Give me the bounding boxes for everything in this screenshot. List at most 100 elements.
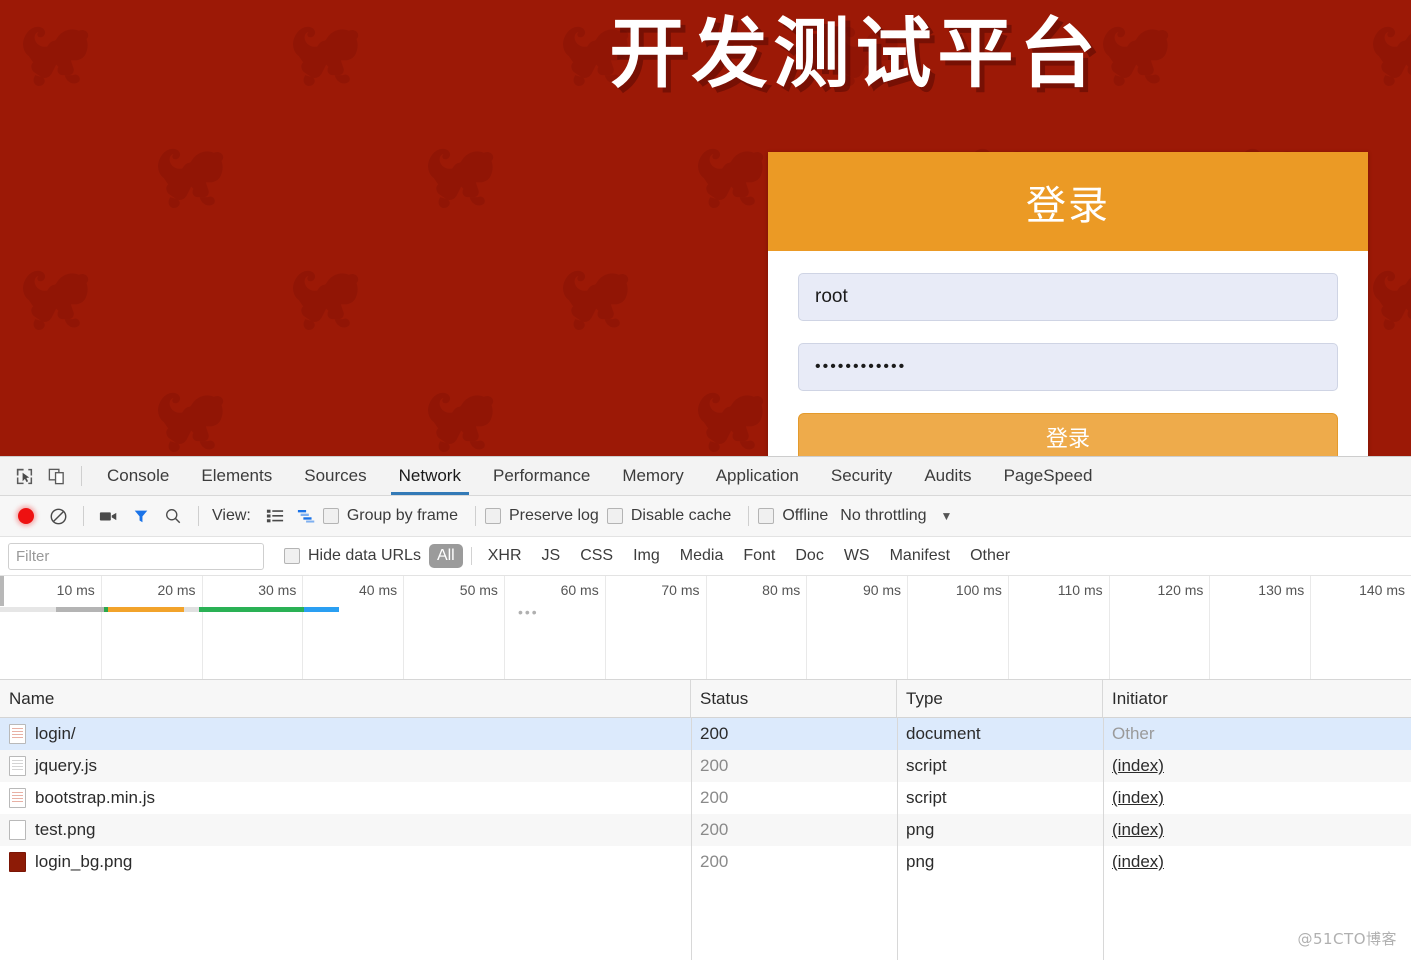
password-input[interactable] — [798, 343, 1338, 391]
toolbar-divider-2 — [198, 506, 199, 526]
checkbox-box — [606, 508, 623, 524]
cell-initiator[interactable]: (index) — [1103, 814, 1411, 846]
web-page: 开发测试平台 登录 登录 — [0, 0, 1411, 456]
cell-name: jquery.js — [0, 750, 691, 782]
cell-initiator[interactable]: (index) — [1103, 782, 1411, 814]
overview-gridline — [0, 576, 1411, 679]
tab-audits[interactable]: Audits — [908, 457, 987, 495]
screenshot-camera-icon[interactable] — [93, 501, 125, 531]
hide-data-urls-checkbox[interactable]: Hide data URLs — [284, 547, 421, 565]
tab-network[interactable]: Network — [383, 457, 477, 495]
table-row[interactable]: login_bg.png 200 png (index) — [0, 846, 1411, 878]
overview-ellipsis: ••• — [518, 604, 539, 620]
table-row[interactable]: test.png 200 png (index) — [0, 814, 1411, 846]
filter-divider — [470, 547, 472, 565]
image-thumbnail-icon — [9, 852, 26, 872]
clear-button[interactable] — [42, 501, 74, 531]
overview-bar-segment — [184, 607, 199, 612]
type-filter-other[interactable]: Other — [962, 544, 1018, 568]
blank-file-icon — [9, 820, 26, 840]
checkbox-box — [284, 548, 300, 564]
column-header-type[interactable]: Type — [897, 680, 1103, 717]
table-row[interactable]: jquery.js 200 script (index) — [0, 750, 1411, 782]
throttling-select[interactable]: No throttling — [840, 507, 926, 525]
tab-label: Performance — [492, 466, 591, 485]
cell-status: 200 — [700, 788, 729, 807]
search-icon[interactable] — [157, 501, 189, 531]
type-filter-xhr[interactable]: XHR — [480, 544, 530, 568]
waterfall-view-icon[interactable] — [291, 501, 323, 531]
type-filter-all[interactable]: All — [428, 544, 463, 568]
cell-name: test.png — [0, 814, 691, 846]
column-divider-3 — [1103, 717, 1104, 960]
column-divider-1 — [691, 717, 692, 960]
table-row[interactable]: bootstrap.min.js 200 script (index) — [0, 782, 1411, 814]
network-overview-timeline[interactable]: 10 ms 20 ms 30 ms 40 ms 50 ms 60 ms 70 ms 80 ms… — [0, 576, 1411, 680]
tab-console[interactable]: Console — [91, 457, 185, 495]
column-header-status[interactable]: Status — [691, 680, 897, 717]
type-filter-js[interactable]: JS — [534, 544, 569, 568]
checkbox-label: Offline — [782, 507, 829, 524]
cell-status: 200 — [700, 852, 729, 871]
list-view-icon[interactable] — [259, 501, 291, 531]
device-toolbar-icon[interactable] — [40, 461, 72, 491]
checkbox-box — [485, 508, 501, 524]
tab-pagespeed[interactable]: PageSpeed — [988, 457, 1109, 495]
type-filter-media[interactable]: Media — [672, 544, 732, 568]
tab-security[interactable]: Security — [815, 457, 908, 495]
group-by-frame-checkbox[interactable]: Group by frame — [322, 507, 458, 525]
preserve-log-checkbox[interactable]: Preserve log — [485, 507, 599, 525]
cell-initiator: Other — [1112, 724, 1155, 743]
cell-status: 200 — [700, 820, 729, 839]
watermark: @51CTO博客 — [1297, 930, 1397, 948]
document-icon — [9, 724, 26, 744]
page-title: 开发测试平台 — [609, 9, 1102, 98]
network-request-table: Name Status Type Initiator login/200 docu… — [0, 680, 1411, 960]
login-card-body: 登录 — [768, 251, 1368, 456]
chevron-down-icon[interactable]: ▼ — [941, 509, 953, 523]
type-filter-font[interactable]: Font — [735, 544, 783, 568]
login-card: 登录 登录 — [768, 152, 1368, 456]
type-filter-css[interactable]: CSS — [572, 544, 621, 568]
cell-type: script — [906, 756, 947, 775]
disable-cache-checkbox[interactable]: Disable cache — [606, 507, 732, 525]
document-icon — [9, 788, 26, 808]
script-icon — [9, 756, 26, 776]
type-filter-doc[interactable]: Doc — [787, 544, 831, 568]
network-toolbar: View: Group by frame Preserve log Disabl… — [0, 496, 1411, 537]
tab-memory[interactable]: Memory — [606, 457, 699, 495]
login-submit-button[interactable]: 登录 — [798, 413, 1338, 456]
overview-tick-label: 140 ms — [1359, 582, 1405, 598]
overview-bar-segment — [56, 607, 104, 612]
column-header-initiator[interactable]: Initiator — [1103, 680, 1411, 717]
tab-application[interactable]: Application — [700, 457, 815, 495]
record-button[interactable] — [10, 501, 42, 531]
checkbox-label: Preserve log — [509, 507, 599, 524]
offline-checkbox[interactable]: Offline — [758, 507, 828, 525]
tab-label: Network — [398, 466, 461, 485]
filter-funnel-icon[interactable] — [125, 501, 157, 531]
cell-name: bootstrap.min.js — [0, 782, 691, 814]
network-filterbar: Hide data URLs All XHR JS CSS Img Media … — [0, 537, 1411, 576]
table-row[interactable]: login/200 document Other — [0, 718, 1411, 750]
overview-bar-segment — [199, 607, 304, 612]
type-filter-img[interactable]: Img — [625, 544, 668, 568]
cell-initiator[interactable]: (index) — [1103, 846, 1411, 878]
column-header-name[interactable]: Name — [0, 680, 691, 717]
cell-initiator[interactable]: (index) — [1103, 750, 1411, 782]
tab-sources[interactable]: Sources — [288, 457, 382, 495]
tab-performance[interactable]: Performance — [477, 457, 606, 495]
cell-type: png — [906, 852, 935, 871]
type-filter-manifest[interactable]: Manifest — [882, 544, 958, 568]
screenshot-root: 开发测试平台 登录 登录 — [0, 0, 1411, 961]
inspect-element-icon[interactable] — [8, 461, 40, 491]
overview-gridlines: 10 ms 20 ms 30 ms 40 ms 50 ms 60 ms 70 ms 80 ms… — [0, 576, 1411, 679]
cell-status: 200 — [700, 724, 729, 743]
type-filter-ws[interactable]: WS — [836, 544, 878, 568]
tab-elements[interactable]: Elements — [185, 457, 288, 495]
tab-label: PageSpeed — [1003, 466, 1093, 485]
overview-bar-segment — [0, 607, 56, 612]
checkbox-label: Disable cache — [630, 507, 732, 524]
username-input[interactable] — [798, 273, 1338, 321]
filter-input[interactable] — [8, 542, 264, 570]
